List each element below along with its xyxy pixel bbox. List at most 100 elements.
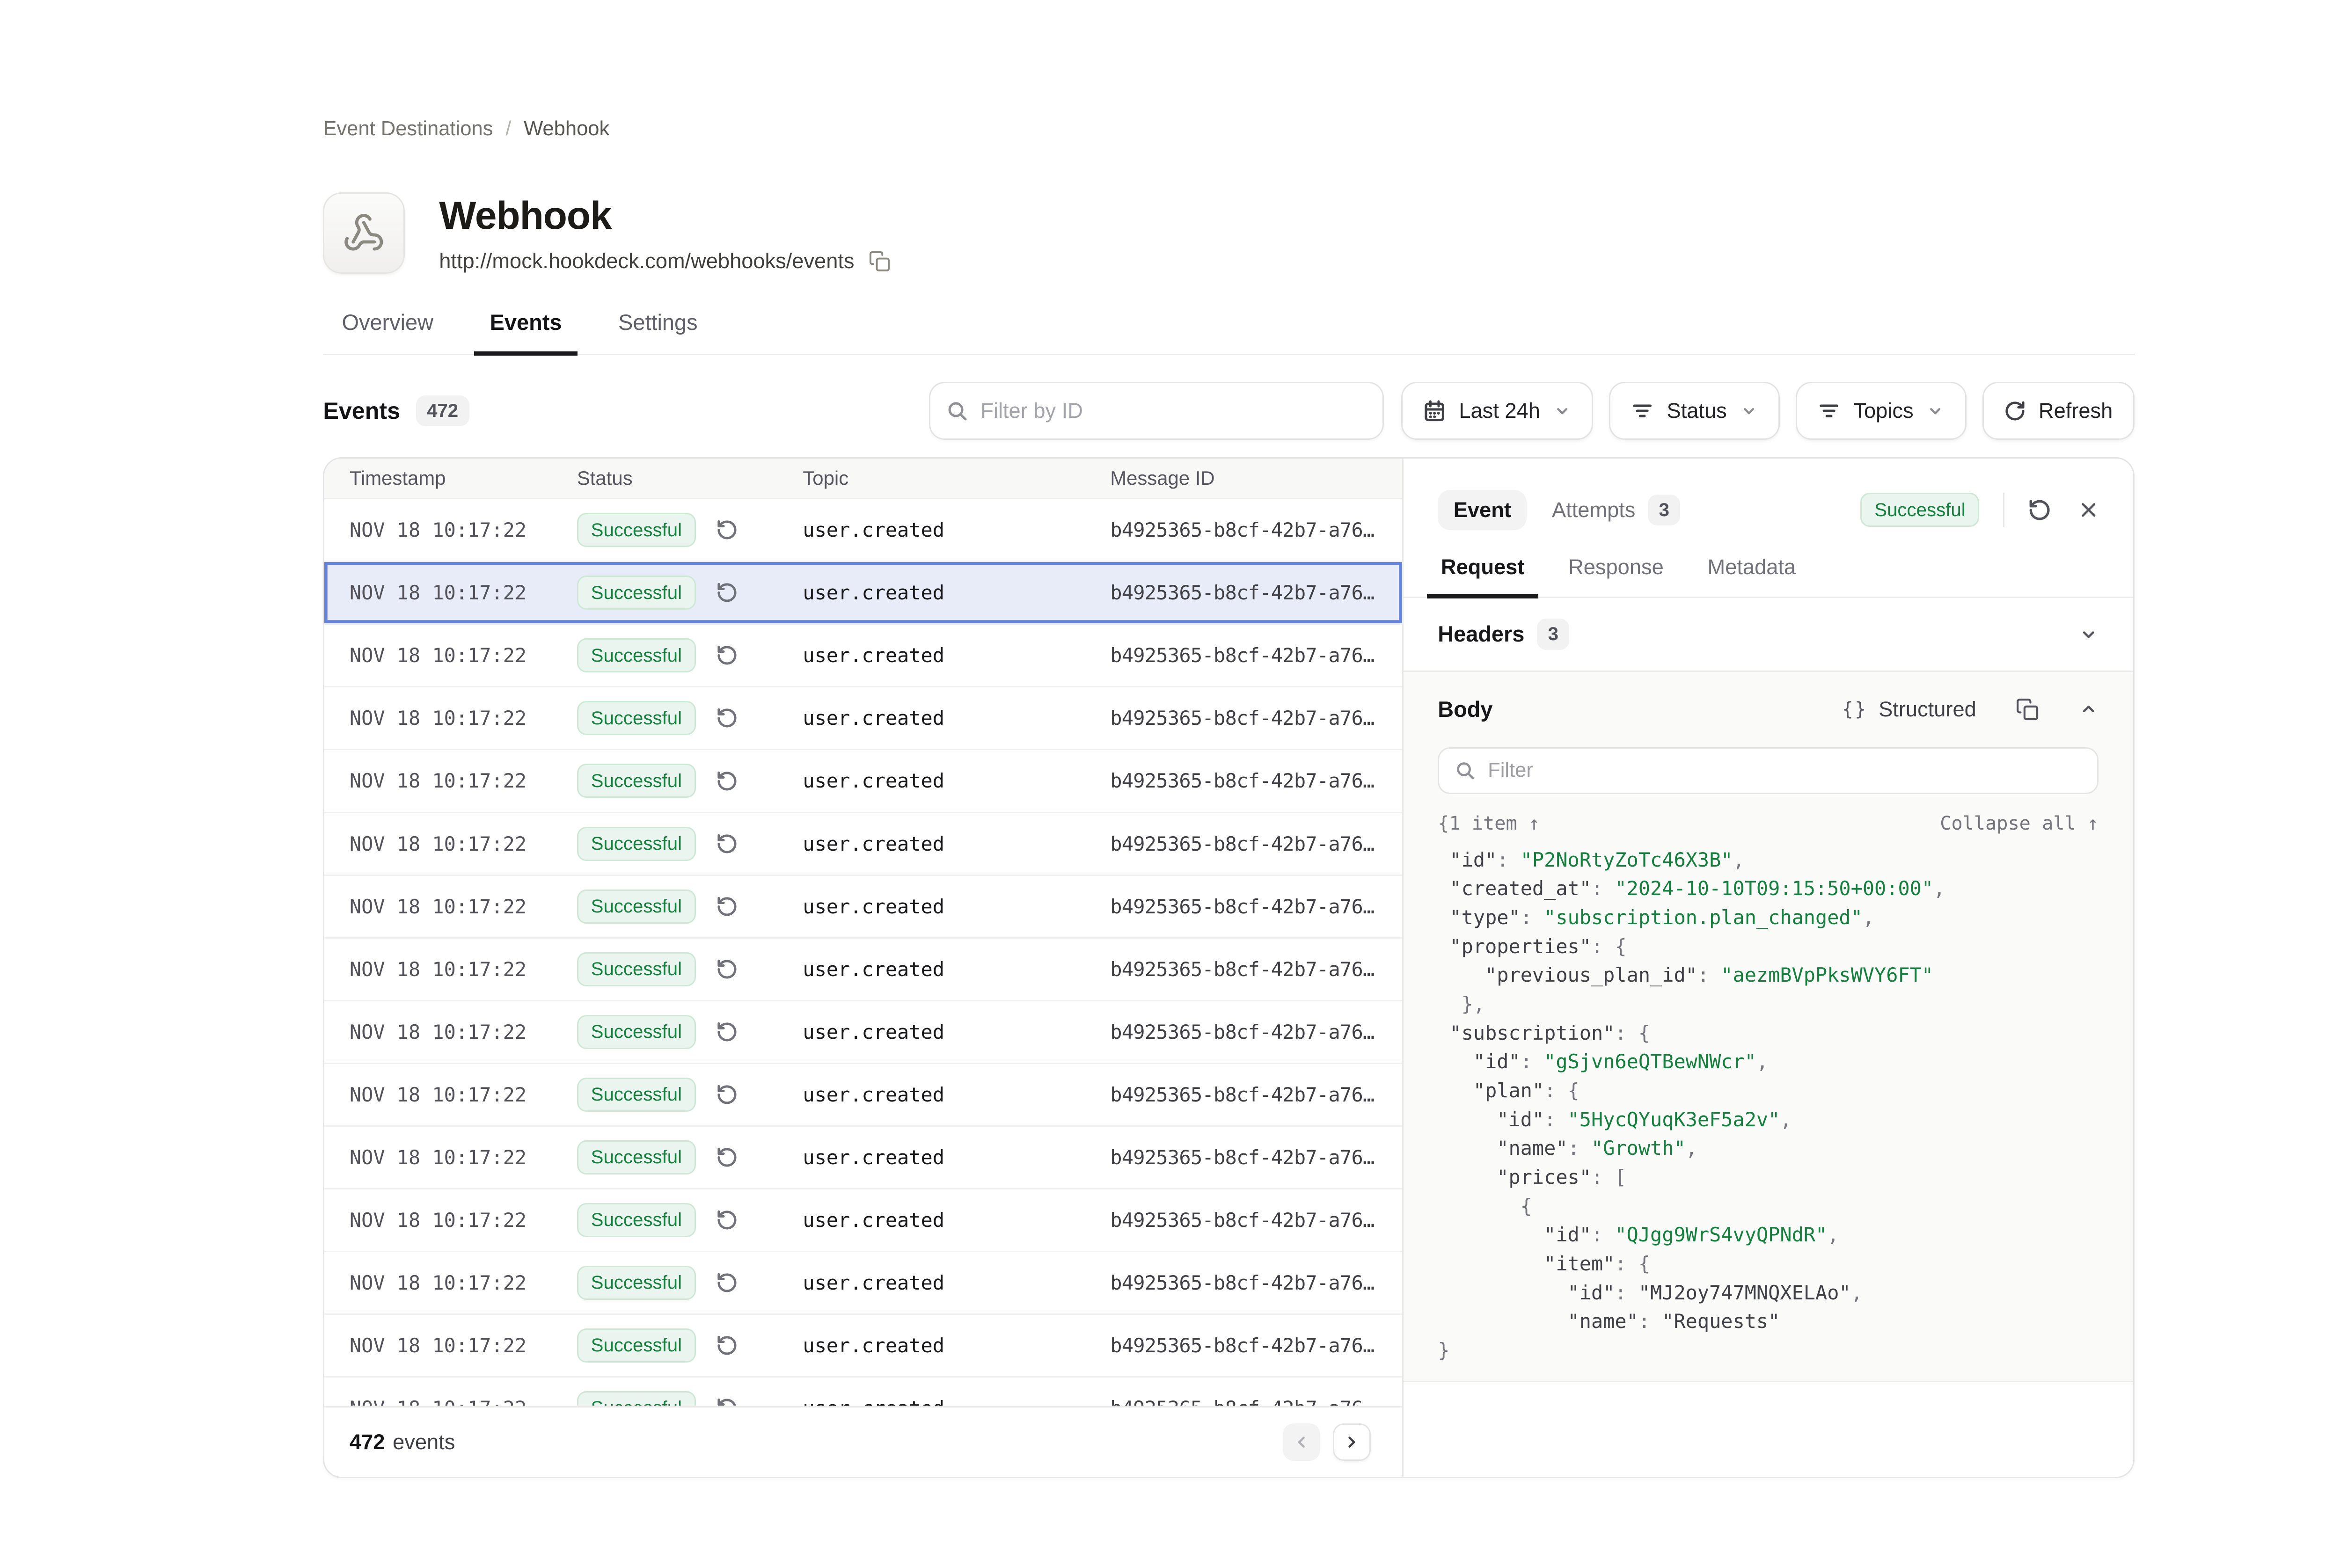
chevron-down-icon [2078, 624, 2099, 645]
row-retry-button[interactable] [716, 1084, 738, 1106]
row-retry-button[interactable] [716, 1335, 738, 1357]
row-retry-button[interactable] [716, 1272, 738, 1294]
prev-page-button[interactable] [1283, 1423, 1320, 1461]
table-row[interactable]: NOV 18 10:17:22 Successful user.created … [324, 625, 1402, 687]
row-message-id: b4925365-b8cf-42b7-a76… [1110, 644, 1402, 667]
row-topic: user.created [803, 581, 1110, 604]
events-heading: Events [323, 397, 400, 424]
row-message-id: b4925365-b8cf-42b7-a76… [1110, 958, 1402, 981]
copy-url-button[interactable] [869, 250, 891, 272]
tab-metadata[interactable]: Metadata [1704, 555, 1799, 597]
copy-icon [869, 250, 891, 272]
chevron-right-icon [1342, 1433, 1361, 1451]
table-row[interactable]: NOV 18 10:17:22 Successful user.created … [324, 687, 1402, 750]
topics-filter-button[interactable]: Topics [1796, 382, 1967, 440]
chevron-left-icon [1292, 1433, 1311, 1451]
close-detail-button[interactable] [2078, 500, 2099, 520]
table-row[interactable]: NOV 18 10:17:22 Successful user.created … [324, 1189, 1402, 1252]
tab-response[interactable]: Response [1565, 555, 1667, 597]
row-retry-button[interactable] [716, 582, 738, 604]
body-collapse-button[interactable] [2078, 699, 2099, 720]
row-status-badge: Successful [577, 638, 696, 672]
row-timestamp: NOV 18 10:17:22 [350, 581, 577, 604]
copy-body-button[interactable] [2016, 698, 2039, 721]
refresh-button[interactable]: Refresh [1982, 382, 2135, 440]
row-retry-button[interactable] [716, 958, 738, 980]
table-row[interactable]: NOV 18 10:17:22 Successful user.created … [324, 813, 1402, 876]
table-row[interactable]: NOV 18 10:17:22 Successful user.created … [324, 1064, 1402, 1127]
detail-header: Event Attempts 3 Successful [1404, 459, 2133, 530]
table-row[interactable]: NOV 18 10:17:22 Successful user.created … [324, 499, 1402, 562]
tab-overview[interactable]: Overview [342, 310, 433, 354]
time-range-button[interactable]: Last 24h [1401, 382, 1594, 440]
collapse-all-button[interactable]: Collapse all ↑ [1940, 813, 2099, 834]
row-retry-button[interactable] [716, 896, 738, 918]
filter-by-id-search[interactable] [929, 382, 1384, 440]
row-message-id: b4925365-b8cf-42b7-a76… [1110, 1271, 1402, 1294]
row-retry-button[interactable] [716, 1146, 738, 1168]
chevron-up-icon [2078, 699, 2099, 720]
status-filter-button[interactable]: Status [1609, 382, 1780, 440]
detail-tabs: Request Response Metadata [1404, 555, 2133, 598]
chevron-down-icon [1926, 401, 1945, 420]
events-list-pane: Timestamp Status Topic Message ID NOV 18… [324, 459, 1402, 1477]
retry-icon [716, 1397, 738, 1406]
row-timestamp: NOV 18 10:17:22 [350, 958, 577, 981]
row-retry-button[interactable] [716, 519, 738, 541]
table-row[interactable]: NOV 18 10:17:22 Successful user.created … [324, 1127, 1402, 1189]
tab-settings[interactable]: Settings [618, 310, 698, 354]
row-status-badge: Successful [577, 1391, 696, 1406]
row-retry-button[interactable] [716, 1021, 738, 1043]
footer-count: 472 [350, 1430, 385, 1454]
body-filter-search[interactable] [1438, 747, 2099, 795]
attempts-tab[interactable]: Attempts [1552, 498, 1635, 522]
row-topic: user.created [803, 1209, 1110, 1232]
table-row[interactable]: NOV 18 10:17:22 Successful user.created … [324, 876, 1402, 939]
row-timestamp: NOV 18 10:17:22 [350, 707, 577, 729]
retry-event-button[interactable] [2028, 498, 2051, 522]
breadcrumb-parent-link[interactable]: Event Destinations [323, 117, 493, 140]
table-row[interactable]: NOV 18 10:17:22 Successful user.created … [324, 1315, 1402, 1378]
table-row[interactable]: NOV 18 10:17:22 Successful user.created … [324, 1378, 1402, 1406]
row-topic: user.created [803, 1271, 1110, 1294]
row-retry-button[interactable] [716, 707, 738, 729]
events-count-badge: 472 [416, 395, 469, 426]
row-message-id: b4925365-b8cf-42b7-a76… [1110, 1397, 1402, 1406]
headers-section[interactable]: Headers 3 [1404, 598, 2133, 672]
table-row[interactable]: NOV 18 10:17:22 Successful user.created … [324, 939, 1402, 1001]
event-tab[interactable]: Event [1438, 490, 1527, 530]
retry-icon [716, 1021, 738, 1043]
row-retry-button[interactable] [716, 1209, 738, 1231]
row-topic: user.created [803, 1021, 1110, 1043]
tab-events[interactable]: Events [490, 310, 562, 354]
body-filter-input[interactable] [1488, 759, 2082, 782]
body-label: Body [1438, 697, 1492, 722]
page-header: Webhook http://mock.hookdeck.com/webhook… [323, 192, 2135, 274]
webhook-icon-card [323, 192, 404, 274]
row-status-badge: Successful [577, 764, 696, 798]
filter-by-id-input[interactable] [980, 399, 1367, 423]
row-topic: user.created [803, 1397, 1110, 1406]
row-retry-button[interactable] [716, 1397, 738, 1406]
breadcrumb: Event Destinations / Webhook [323, 0, 2135, 140]
headers-expand-button[interactable] [2078, 624, 2099, 645]
calendar-icon [1423, 399, 1446, 423]
status-filter-label: Status [1667, 399, 1727, 423]
tab-request[interactable]: Request [1438, 555, 1528, 597]
row-status-badge: Successful [577, 1015, 696, 1049]
row-retry-button[interactable] [716, 644, 738, 666]
row-status-badge: Successful [577, 513, 696, 547]
row-status-badge: Successful [577, 1140, 696, 1174]
table-row[interactable]: NOV 18 10:17:22 Successful user.created … [324, 1252, 1402, 1315]
row-retry-button[interactable] [716, 770, 738, 792]
retry-icon [716, 1209, 738, 1231]
column-topic: Topic [803, 467, 1110, 489]
row-retry-button[interactable] [716, 833, 738, 855]
table-row[interactable]: NOV 18 10:17:22 Successful user.created … [324, 750, 1402, 813]
next-page-button[interactable] [1333, 1423, 1370, 1461]
body-mode-selector[interactable]: Structured [1879, 697, 1976, 722]
table-row[interactable]: NOV 18 10:17:22 Successful user.created … [324, 562, 1402, 625]
table-row[interactable]: NOV 18 10:17:22 Successful user.created … [324, 1001, 1402, 1064]
row-topic: user.created [803, 1334, 1110, 1357]
row-timestamp: NOV 18 10:17:22 [350, 832, 577, 855]
